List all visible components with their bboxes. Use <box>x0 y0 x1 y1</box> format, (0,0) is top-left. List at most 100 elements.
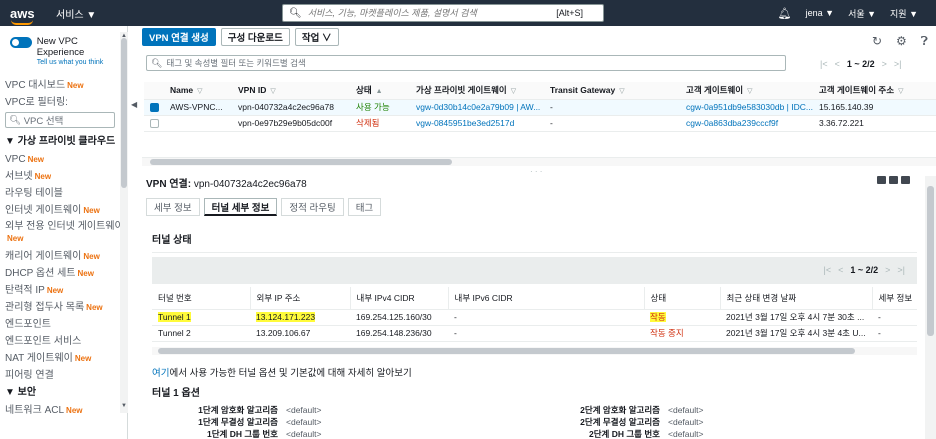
tunnel-cell-ip: 13.209.106.67 <box>250 325 350 342</box>
sidebar-item[interactable]: DHCP 옵션 세트 New <box>0 265 127 282</box>
global-search-input[interactable] <box>307 8 538 18</box>
global-search[interactable]: 🔍︎ [Alt+S] <box>282 4 604 22</box>
services-menu[interactable]: 서비스 ▼ <box>56 6 96 21</box>
sidebar-item-label: 피어링 연결 <box>5 370 54 381</box>
prev-page-icon[interactable]: < <box>835 59 840 69</box>
vpc-filter-select[interactable]: 🔍︎ VPC 선택 <box>5 112 115 128</box>
sidebar-item[interactable]: 탄력적 IP New <box>0 282 127 299</box>
tunnel-cell-v6: - <box>448 309 644 326</box>
last-page-icon[interactable]: >| <box>897 265 905 275</box>
tunnel-cell-text: Tunnel 2 <box>158 328 191 338</box>
sidebar-section-vpc[interactable]: ▼ 가상 프라이빗 클라우드 <box>0 133 127 151</box>
feedback-link[interactable]: Tell us what you think <box>37 59 127 66</box>
column-header[interactable]: 가상 프라이빗 게이트웨이 ▽ <box>410 82 544 100</box>
filter-placeholder: 태그 및 속성별 필터 또는 키워드별 검색 <box>166 58 306 68</box>
main-vscroll-thumb[interactable] <box>927 186 934 336</box>
sidebar-item[interactable]: 피어링 연결 <box>0 367 127 384</box>
sidebar: New VPC Experience Tell us what you thin… <box>0 26 128 439</box>
next-page-icon[interactable]: > <box>885 265 890 275</box>
cell-cgw[interactable]: cgw-0a951db9e583030db | IDC... <box>680 99 813 116</box>
hscroll-thumb[interactable] <box>158 348 855 354</box>
support-menu[interactable]: 지원 ▼ <box>890 7 918 20</box>
search-icon: 🔍︎ <box>151 57 163 68</box>
tunnel-row: Tunnel 1 13.124.171.223 169.254.125.160/30… <box>152 309 917 326</box>
aws-logo[interactable]: aws <box>10 6 36 25</box>
sidebar-item[interactable]: NAT 게이트웨이 New <box>0 350 127 367</box>
tunnel-options-left: 1단계 암호화 알고리즘 <default> 1단계 무결성 알고리즘 <defaul… <box>168 404 321 439</box>
create-vpn-connection-button[interactable]: VPN 연결 생성 <box>142 28 216 46</box>
connections-hscrollbar[interactable] <box>142 157 936 166</box>
layout-full-icon[interactable] <box>901 176 910 184</box>
sidebar-scrollbar[interactable] <box>120 32 128 413</box>
detail-tab[interactable]: 정적 라우팅 <box>281 198 344 216</box>
sidebar-item[interactable]: 인터넷 게이트웨이 New <box>0 202 127 219</box>
sidebar-item[interactable]: 엔드포인트 서비스 <box>0 333 127 350</box>
detail-tab[interactable]: 태그 <box>347 198 382 216</box>
tunnel-hscrollbar[interactable] <box>152 347 917 355</box>
gear-icon[interactable]: ⚙︎ <box>896 34 907 49</box>
sidebar-collapse-icon[interactable]: ◀ <box>131 100 137 109</box>
new-badge: New <box>67 81 84 90</box>
tunnel-option-value: <default> <box>286 405 322 415</box>
sidebar-scroll-thumb[interactable] <box>121 38 127 188</box>
tunnel-column-header: 최근 상태 변경 날짜 <box>720 287 873 310</box>
tunnel-cell-changed: 2021년 3월 17일 오후 4시 7분 30초 ... <box>720 309 872 326</box>
column-header[interactable]: Name ▽ <box>164 82 232 100</box>
scroll-up-icon[interactable]: ▲ <box>121 33 127 39</box>
column-header[interactable]: VPN ID ▽ <box>232 82 350 100</box>
column-header[interactable]: 고객 게이트웨이 ▽ <box>680 82 813 100</box>
tunnel-options-link[interactable]: 여기 <box>152 368 169 379</box>
last-page-icon[interactable]: >| <box>894 59 902 69</box>
cell-state: 사용 가능 <box>350 99 410 116</box>
first-page-icon[interactable]: |< <box>820 59 828 69</box>
column-header-label: 상태 <box>356 85 372 96</box>
layout-bottom-icon[interactable] <box>889 176 898 184</box>
main-vscrollbar[interactable] <box>925 176 936 439</box>
sidebar-item-label: 인터넷 게이트웨이 <box>5 205 82 216</box>
layout-split-icon[interactable] <box>877 176 886 184</box>
sidebar-section-security[interactable]: ▼ 보안 <box>0 384 127 402</box>
sidebar-item[interactable]: 엔드포인트 <box>0 316 127 333</box>
hscroll-thumb[interactable] <box>150 159 452 165</box>
cell-cgw[interactable]: cgw-0a863dba239cccf9f <box>680 115 813 132</box>
sidebar-item-dashboard[interactable]: VPC 대시보드 New <box>0 77 127 94</box>
column-header[interactable]: 상태 ▲ <box>350 82 410 100</box>
sidebar-item[interactable]: 서브넷 New <box>0 168 127 185</box>
detail-tab[interactable]: 세부 정보 <box>146 198 200 216</box>
next-page-icon[interactable]: > <box>882 59 887 69</box>
detail-tab[interactable]: 터널 세부 정보 <box>203 198 278 216</box>
table-row[interactable]: vpn-0e97b29e9b05dc00f 삭제됨 vgw-0845951be3ed… <box>144 115 936 132</box>
table-row[interactable]: AWS-VPNC... vpn-040732a4c2ec96a78 사용 가능 vgw… <box>144 99 936 116</box>
panel-resize-handle[interactable]: · · · <box>530 167 542 176</box>
help-icon[interactable]: ❓︎ <box>921 34 928 49</box>
sort-icon: ▽ <box>747 88 753 96</box>
row-checkbox[interactable] <box>150 103 159 113</box>
column-header[interactable]: Transit Gateway ▽ <box>544 82 680 100</box>
refresh-icon[interactable]: ↻ <box>872 34 882 49</box>
sidebar-item[interactable]: VPC New <box>0 151 127 168</box>
row-checkbox[interactable] <box>150 119 159 129</box>
download-configuration-button[interactable]: 구성 다운로드 <box>220 28 290 46</box>
region-menu[interactable]: 서울 ▼ <box>848 7 876 20</box>
sidebar-item[interactable]: 관리형 접두사 목록 New <box>0 299 127 316</box>
detail-title: VPN 연결: vpn-040732a4c2ec96a78 <box>146 175 307 190</box>
sidebar-item[interactable]: 외부 전용 인터넷 게이트웨이 New <box>0 219 127 248</box>
scroll-down-icon[interactable]: ▼ <box>121 403 127 409</box>
tunnel-header-row: 터널 번호 외부 IP 주소 내부 IPv4 CIDR 내부 IPv6 CIDR 상태 최… <box>152 287 917 310</box>
tunnel-cell-details: - <box>872 309 917 326</box>
search-shortcut: [Alt+S] <box>556 8 583 18</box>
sidebar-item[interactable]: 네트워크 ACL New <box>0 402 127 419</box>
cell-vgw[interactable]: vgw-0845951be3ed2517d <box>410 115 544 132</box>
bell-icon[interactable]: 🔔︎ <box>778 7 792 20</box>
sidebar-item[interactable]: 라우팅 테이블 <box>0 185 127 202</box>
column-header[interactable]: 고객 게이트웨이 주소 ▽ <box>812 82 936 100</box>
actions-button[interactable]: 작업 ∨ <box>294 28 339 46</box>
first-page-icon[interactable]: |< <box>824 265 832 275</box>
prev-page-icon[interactable]: < <box>838 265 843 275</box>
tunnel-cell-text: 2021년 3월 17일 오후 4시 7분 30초 ... <box>726 312 865 322</box>
new-vpc-experience-toggle[interactable] <box>10 37 32 48</box>
connection-filter-input[interactable]: 🔍︎ 태그 및 속성별 필터 또는 키워드별 검색 <box>146 55 786 71</box>
sidebar-item[interactable]: 캐리어 게이트웨이 New <box>0 248 127 265</box>
user-menu[interactable]: jena ▼ <box>806 8 834 18</box>
cell-vgw[interactable]: vgw-0d30b14c0e2a79b09 | AW... <box>410 99 544 116</box>
